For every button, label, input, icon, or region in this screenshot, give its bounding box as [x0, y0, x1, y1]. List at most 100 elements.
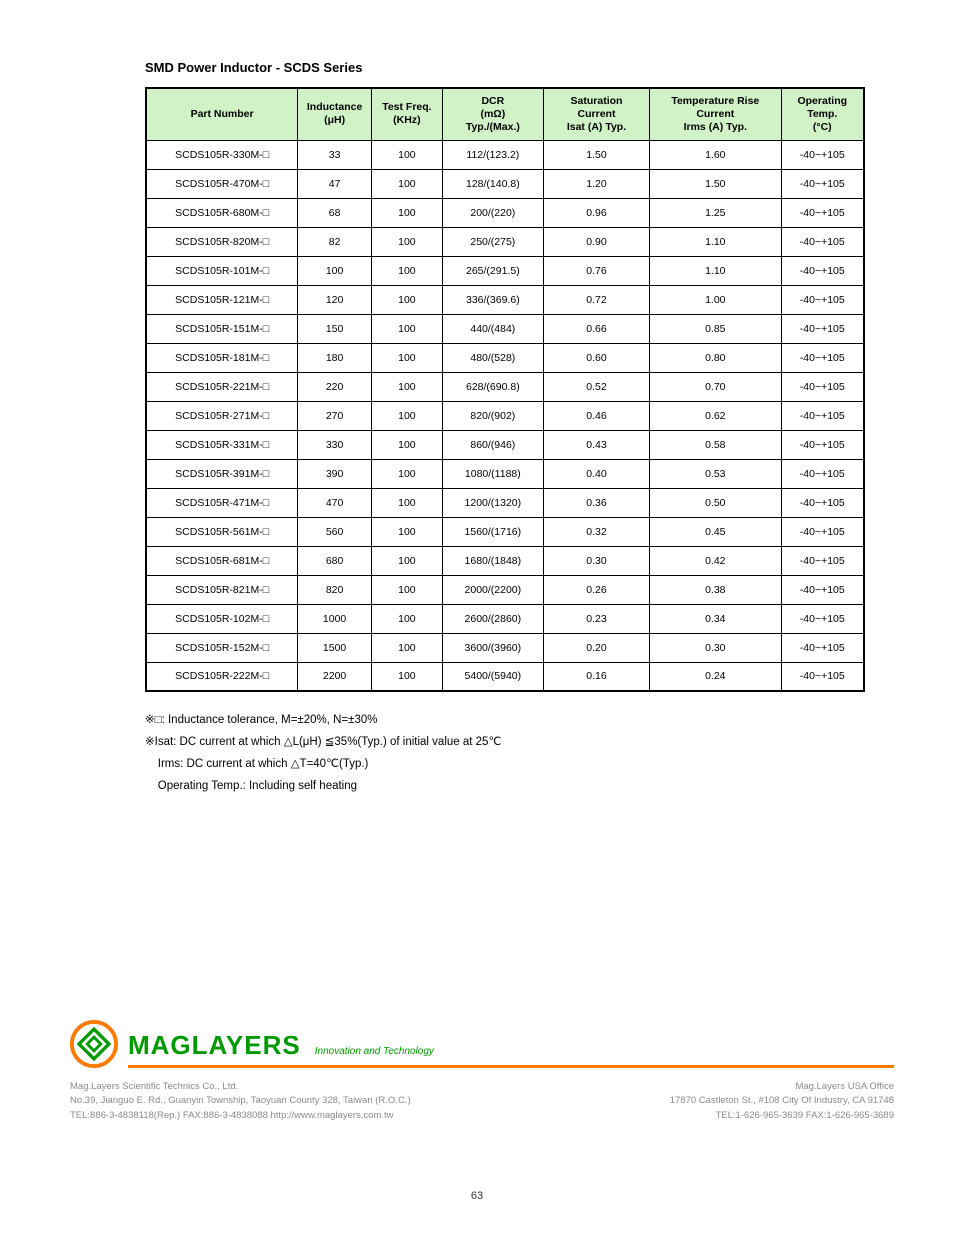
- table-cell: 0.58: [650, 430, 781, 459]
- table-cell: 1500: [298, 633, 372, 662]
- table-cell: 100: [372, 633, 443, 662]
- table-row: SCDS105R-222M-□22001005400/(5940)0.160.2…: [146, 662, 864, 691]
- table-cell: 1.00: [650, 285, 781, 314]
- table-cell: 820: [298, 575, 372, 604]
- table-cell: 270: [298, 401, 372, 430]
- table-cell: 100: [298, 256, 372, 285]
- table-row: SCDS105R-101M-□100100265/(291.5)0.761.10…: [146, 256, 864, 285]
- table-cell: -40~+105: [781, 604, 864, 633]
- note-optemp: Operating Temp.: Including self heating: [145, 776, 884, 798]
- table-cell: -40~+105: [781, 372, 864, 401]
- table-cell: 628/(690.8): [442, 372, 543, 401]
- table-cell: 390: [298, 459, 372, 488]
- table-cell: SCDS105R-331M-□: [146, 430, 298, 459]
- table-cell: -40~+105: [781, 430, 864, 459]
- table-cell: 68: [298, 198, 372, 227]
- notes-block: ※□: Inductance tolerance, M=±20%, N=±30%…: [145, 710, 884, 797]
- col-irms: Temperature RiseCurrentIrms (A) Typ.: [650, 88, 781, 140]
- table-cell: SCDS105R-391M-□: [146, 459, 298, 488]
- table-cell: -40~+105: [781, 198, 864, 227]
- table-cell: 100: [372, 517, 443, 546]
- table-row: SCDS105R-271M-□270100820/(902)0.460.62-4…: [146, 401, 864, 430]
- table-cell: 1000: [298, 604, 372, 633]
- brand-logo-icon: [70, 1020, 118, 1068]
- table-cell: 128/(140.8): [442, 169, 543, 198]
- col-isat: SaturationCurrentIsat (A) Typ.: [543, 88, 649, 140]
- table-cell: 0.90: [543, 227, 649, 256]
- table-cell: 0.66: [543, 314, 649, 343]
- table-row: SCDS105R-680M-□68100200/(220)0.961.25-40…: [146, 198, 864, 227]
- table-cell: -40~+105: [781, 343, 864, 372]
- table-cell: 440/(484): [442, 314, 543, 343]
- table-cell: 1.60: [650, 140, 781, 169]
- table-cell: 0.38: [650, 575, 781, 604]
- table-cell: SCDS105R-271M-□: [146, 401, 298, 430]
- table-row: SCDS105R-681M-□6801001680/(1848)0.300.42…: [146, 546, 864, 575]
- table-cell: 100: [372, 604, 443, 633]
- table-cell: 1.25: [650, 198, 781, 227]
- table-cell: 0.50: [650, 488, 781, 517]
- table-cell: 1080/(1188): [442, 459, 543, 488]
- table-cell: 100: [372, 488, 443, 517]
- spec-table: Part Number Inductance(μH) Test Freq.(KH…: [145, 87, 865, 692]
- table-cell: 0.53: [650, 459, 781, 488]
- table-cell: -40~+105: [781, 662, 864, 691]
- table-cell: 100: [372, 401, 443, 430]
- table-cell: 5400/(5940): [442, 662, 543, 691]
- table-cell: 1.50: [650, 169, 781, 198]
- table-cell: 0.26: [543, 575, 649, 604]
- table-cell: -40~+105: [781, 401, 864, 430]
- page-number: 63: [0, 1190, 954, 1202]
- table-cell: 3600/(3960): [442, 633, 543, 662]
- table-cell: 0.32: [543, 517, 649, 546]
- table-cell: -40~+105: [781, 546, 864, 575]
- table-cell: 0.52: [543, 372, 649, 401]
- table-row: SCDS105R-821M-□8201002000/(2200)0.260.38…: [146, 575, 864, 604]
- table-cell: SCDS105R-821M-□: [146, 575, 298, 604]
- table-cell: 100: [372, 343, 443, 372]
- table-cell: 0.23: [543, 604, 649, 633]
- table-cell: 0.20: [543, 633, 649, 662]
- brand-name: MAGLAYERS: [128, 1030, 301, 1061]
- table-cell: 100: [372, 256, 443, 285]
- table-cell: SCDS105R-181M-□: [146, 343, 298, 372]
- col-inductance: Inductance(μH): [298, 88, 372, 140]
- table-cell: 0.34: [650, 604, 781, 633]
- table-cell: 2200: [298, 662, 372, 691]
- table-cell: 100: [372, 169, 443, 198]
- col-temp: OperatingTemp.(°C): [781, 88, 864, 140]
- table-cell: 0.76: [543, 256, 649, 285]
- table-cell: 100: [372, 198, 443, 227]
- table-cell: 820/(902): [442, 401, 543, 430]
- table-cell: -40~+105: [781, 488, 864, 517]
- address-taiwan: Mag.Layers Scientific Technics Co., Ltd.…: [70, 1080, 462, 1123]
- table-cell: 680: [298, 546, 372, 575]
- addr-us-line: 17870 Castleton St., #108 City Of Indust…: [502, 1094, 894, 1108]
- table-cell: -40~+105: [781, 256, 864, 285]
- table-cell: 100: [372, 546, 443, 575]
- table-cell: 0.45: [650, 517, 781, 546]
- table-cell: 100: [372, 430, 443, 459]
- table-header-row: Part Number Inductance(μH) Test Freq.(KH…: [146, 88, 864, 140]
- table-cell: 0.70: [650, 372, 781, 401]
- table-cell: SCDS105R-102M-□: [146, 604, 298, 633]
- table-cell: 0.36: [543, 488, 649, 517]
- table-cell: 0.46: [543, 401, 649, 430]
- table-cell: 112/(123.2): [442, 140, 543, 169]
- table-cell: 100: [372, 459, 443, 488]
- table-cell: SCDS105R-222M-□: [146, 662, 298, 691]
- addr-us-title: Mag.Layers USA Office: [502, 1080, 894, 1094]
- table-cell: 1.10: [650, 227, 781, 256]
- table-row: SCDS105R-151M-□150100440/(484)0.660.85-4…: [146, 314, 864, 343]
- table-cell: 100: [372, 227, 443, 256]
- table-cell: SCDS105R-152M-□: [146, 633, 298, 662]
- table-cell: -40~+105: [781, 633, 864, 662]
- table-cell: 1.50: [543, 140, 649, 169]
- table-cell: 0.43: [543, 430, 649, 459]
- table-cell: 0.24: [650, 662, 781, 691]
- table-cell: SCDS105R-820M-□: [146, 227, 298, 256]
- table-cell: 100: [372, 314, 443, 343]
- table-row: SCDS105R-330M-□33100112/(123.2)1.501.60-…: [146, 140, 864, 169]
- page-title: SMD Power Inductor - SCDS Series: [145, 60, 884, 75]
- table-cell: -40~+105: [781, 140, 864, 169]
